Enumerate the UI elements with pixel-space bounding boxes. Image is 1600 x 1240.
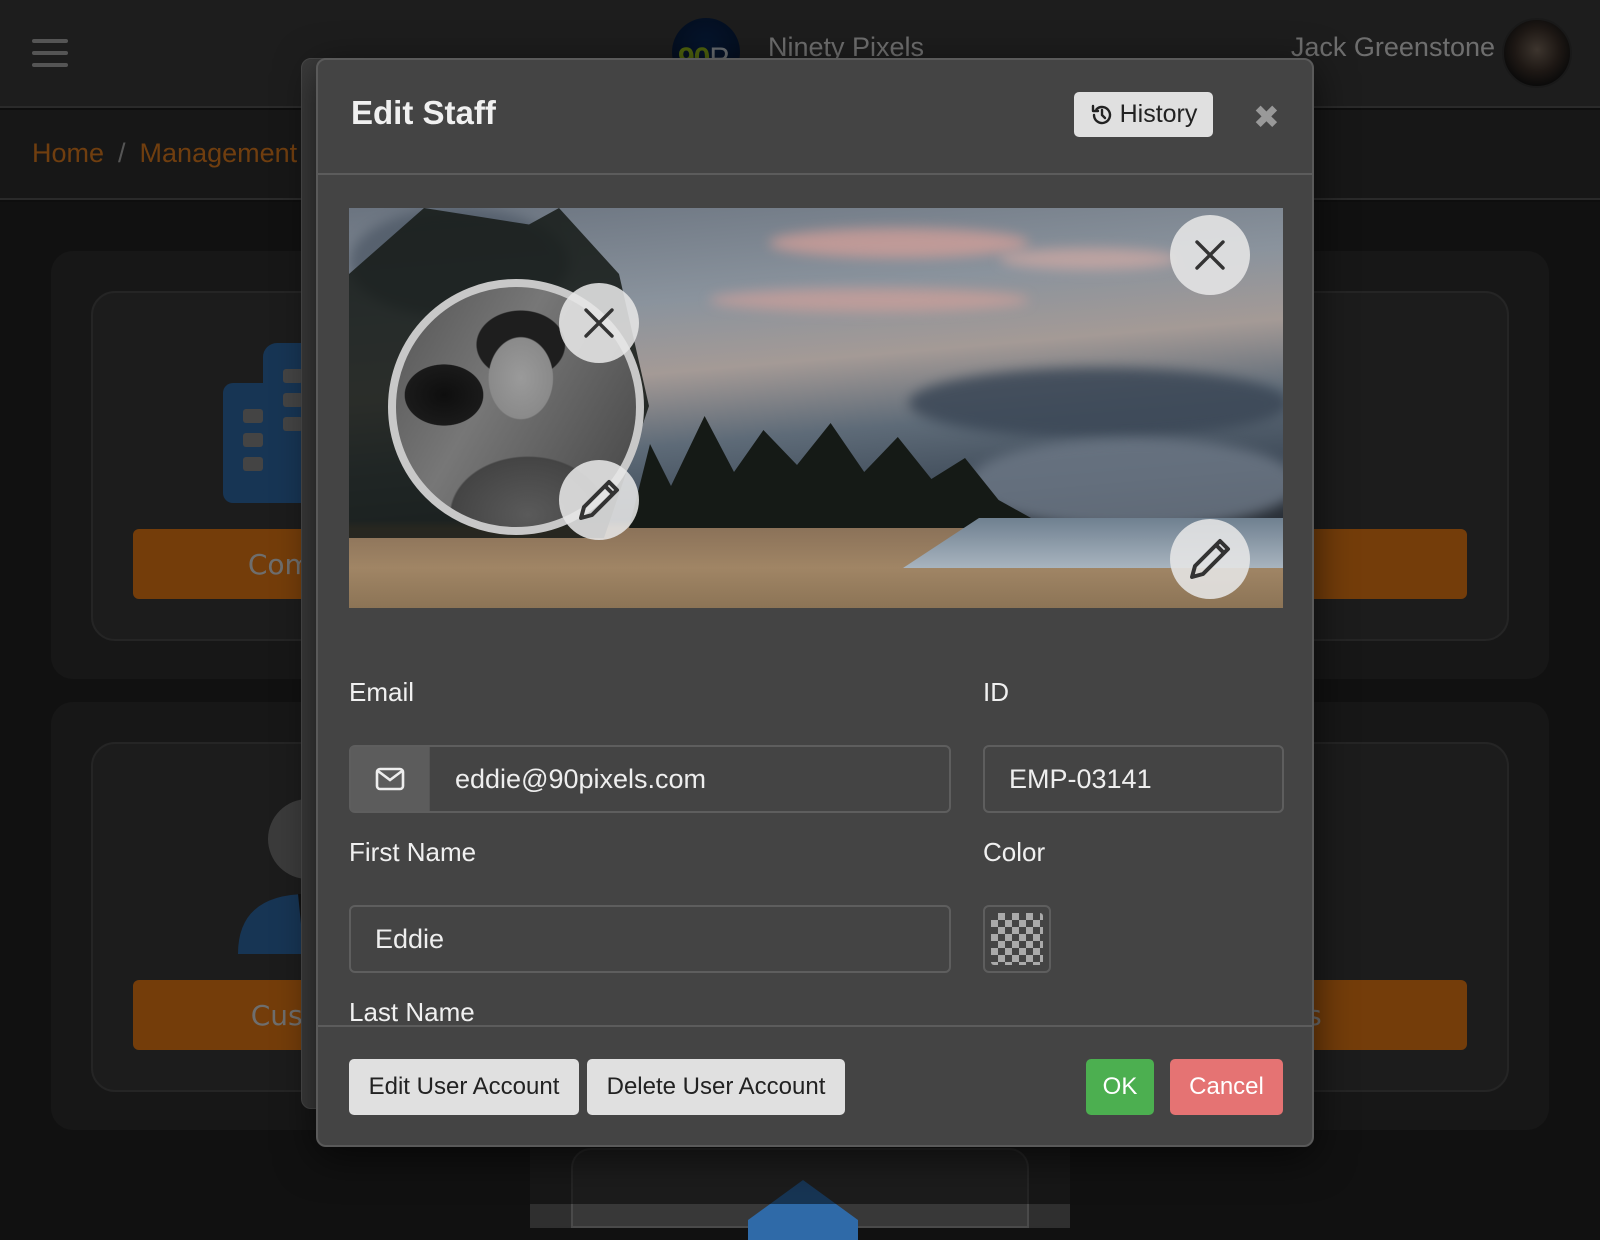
history-icon — [1090, 103, 1114, 127]
color-swatch-transparent — [991, 913, 1043, 965]
ok-button[interactable]: OK — [1086, 1059, 1154, 1115]
envelope-icon — [375, 767, 405, 791]
cover-image — [349, 208, 1283, 608]
last-name-label: Last Name — [349, 997, 475, 1025]
edit-staff-dialog: Edit Staff History ✖ — [316, 58, 1314, 1147]
email-addon — [351, 747, 430, 811]
color-picker[interactable] — [983, 905, 1051, 973]
pencil-icon — [576, 477, 622, 523]
edit-photo-button[interactable] — [559, 460, 639, 540]
color-label: Color — [983, 837, 1045, 868]
pencil-icon — [1187, 536, 1233, 582]
remove-photo-button[interactable] — [559, 283, 639, 363]
cancel-button[interactable]: Cancel — [1170, 1059, 1283, 1115]
modal-body[interactable]: Email eddie@90pixels.com ID EMP-03141 Fi… — [318, 177, 1312, 1025]
first-name-value: Eddie — [375, 924, 444, 955]
first-name-label: First Name — [349, 837, 476, 868]
history-label: History — [1120, 100, 1198, 129]
modal-header: Edit Staff History ✖ — [318, 60, 1312, 175]
id-field[interactable]: EMP-03141 — [983, 745, 1284, 813]
remove-cover-button[interactable] — [1170, 215, 1250, 295]
email-value: eddie@90pixels.com — [455, 764, 706, 795]
email-field[interactable]: eddie@90pixels.com — [349, 745, 951, 813]
id-label: ID — [983, 677, 1009, 708]
close-icon[interactable]: ✖ — [1253, 102, 1279, 132]
edit-cover-button[interactable] — [1170, 519, 1250, 599]
email-label: Email — [349, 677, 414, 708]
modal-title: Edit Staff — [351, 94, 496, 132]
id-value: EMP-03141 — [1009, 764, 1152, 795]
first-name-field[interactable]: Eddie — [349, 905, 951, 973]
history-button[interactable]: History — [1074, 92, 1213, 137]
close-icon — [1193, 238, 1227, 272]
edit-user-account-button[interactable]: Edit User Account — [349, 1059, 579, 1115]
delete-user-account-button[interactable]: Delete User Account — [587, 1059, 845, 1115]
modal-footer: Edit User Account Delete User Account OK… — [318, 1025, 1312, 1147]
close-icon — [582, 306, 616, 340]
